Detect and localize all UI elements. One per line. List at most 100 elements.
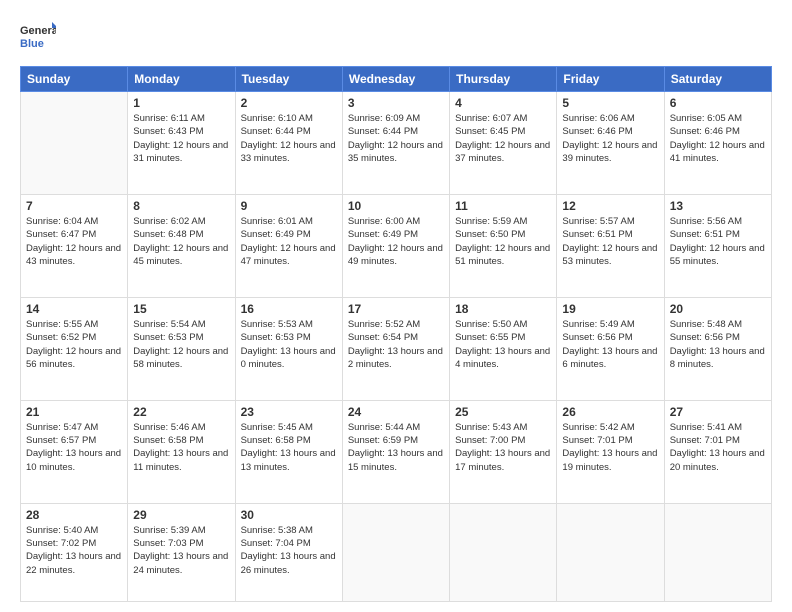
- day-info: Sunrise: 6:11 AM Sunset: 6:43 PM Dayligh…: [133, 112, 229, 165]
- day-number: 14: [26, 302, 122, 316]
- day-number: 23: [241, 405, 337, 419]
- calendar-cell: [664, 503, 771, 601]
- calendar-cell: 9 Sunrise: 6:01 AM Sunset: 6:49 PM Daylig…: [235, 194, 342, 297]
- calendar-table: SundayMondayTuesdayWednesdayThursdayFrid…: [20, 66, 772, 602]
- calendar-cell: 30 Sunrise: 5:38 AM Sunset: 7:04 PM Dayli…: [235, 503, 342, 601]
- day-number: 6: [670, 96, 766, 110]
- calendar-cell: 2 Sunrise: 6:10 AM Sunset: 6:44 PM Daylig…: [235, 92, 342, 195]
- calendar-cell: 11 Sunrise: 5:59 AM Sunset: 6:50 PM Dayli…: [450, 194, 557, 297]
- day-info: Sunrise: 5:54 AM Sunset: 6:53 PM Dayligh…: [133, 318, 229, 371]
- weekday-header-sunday: Sunday: [21, 67, 128, 92]
- day-number: 25: [455, 405, 551, 419]
- calendar-cell: 24Sunrise: 5:44 AM Sunset: 6:59 PM Dayli…: [342, 400, 449, 503]
- calendar-cell: 28 Sunrise: 5:40 AM Sunset: 7:02 PM Dayli…: [21, 503, 128, 601]
- day-info: Sunrise: 5:53 AM Sunset: 6:53 PM Dayligh…: [241, 318, 337, 371]
- calendar-cell: 10 Sunrise: 6:00 AM Sunset: 6:49 PM Dayli…: [342, 194, 449, 297]
- calendar-cell: 16 Sunrise: 5:53 AM Sunset: 6:53 PM Dayli…: [235, 297, 342, 400]
- day-number: 13: [670, 199, 766, 213]
- day-info: Sunrise: 6:02 AM Sunset: 6:48 PM Dayligh…: [133, 215, 229, 268]
- calendar-cell: 20 Sunrise: 5:48 AM Sunset: 6:56 PM Dayli…: [664, 297, 771, 400]
- day-info: Sunrise: 5:49 AM Sunset: 6:56 PM Dayligh…: [562, 318, 658, 371]
- day-number: 1: [133, 96, 229, 110]
- weekday-header-wednesday: Wednesday: [342, 67, 449, 92]
- day-info: Sunrise: 6:06 AM Sunset: 6:46 PM Dayligh…: [562, 112, 658, 165]
- day-info: Sunrise: 5:38 AM Sunset: 7:04 PM Dayligh…: [241, 524, 337, 577]
- day-number: 3: [348, 96, 444, 110]
- calendar-cell: 3 Sunrise: 6:09 AM Sunset: 6:44 PM Daylig…: [342, 92, 449, 195]
- calendar-cell: [450, 503, 557, 601]
- day-number: 30: [241, 508, 337, 522]
- day-info: Sunrise: 5:42 AM Sunset: 7:01 PM Dayligh…: [562, 421, 658, 474]
- calendar-cell: 6 Sunrise: 6:05 AM Sunset: 6:46 PM Daylig…: [664, 92, 771, 195]
- page-header: General Blue: [20, 20, 772, 56]
- day-info: Sunrise: 5:40 AM Sunset: 7:02 PM Dayligh…: [26, 524, 122, 577]
- svg-text:General: General: [20, 25, 56, 37]
- weekday-header-tuesday: Tuesday: [235, 67, 342, 92]
- day-number: 29: [133, 508, 229, 522]
- day-number: 17: [348, 302, 444, 316]
- calendar-cell: [21, 92, 128, 195]
- weekday-header-saturday: Saturday: [664, 67, 771, 92]
- logo: General Blue: [20, 20, 56, 56]
- calendar-cell: 15Sunrise: 5:54 AM Sunset: 6:53 PM Dayli…: [128, 297, 235, 400]
- day-info: Sunrise: 6:07 AM Sunset: 6:45 PM Dayligh…: [455, 112, 551, 165]
- calendar-cell: [557, 503, 664, 601]
- calendar-cell: 25Sunrise: 5:43 AM Sunset: 7:00 PM Dayli…: [450, 400, 557, 503]
- calendar-cell: 14 Sunrise: 5:55 AM Sunset: 6:52 PM Dayli…: [21, 297, 128, 400]
- day-info: Sunrise: 5:55 AM Sunset: 6:52 PM Dayligh…: [26, 318, 122, 371]
- day-number: 26: [562, 405, 658, 419]
- calendar-cell: 12 Sunrise: 5:57 AM Sunset: 6:51 PM Dayli…: [557, 194, 664, 297]
- calendar-cell: 26 Sunrise: 5:42 AM Sunset: 7:01 PM Dayli…: [557, 400, 664, 503]
- day-info: Sunrise: 5:59 AM Sunset: 6:50 PM Dayligh…: [455, 215, 551, 268]
- day-info: Sunrise: 5:57 AM Sunset: 6:51 PM Dayligh…: [562, 215, 658, 268]
- day-info: Sunrise: 6:01 AM Sunset: 6:49 PM Dayligh…: [241, 215, 337, 268]
- day-number: 19: [562, 302, 658, 316]
- day-info: Sunrise: 5:48 AM Sunset: 6:56 PM Dayligh…: [670, 318, 766, 371]
- day-number: 7: [26, 199, 122, 213]
- day-number: 5: [562, 96, 658, 110]
- day-info: Sunrise: 6:00 AM Sunset: 6:49 PM Dayligh…: [348, 215, 444, 268]
- day-number: 12: [562, 199, 658, 213]
- day-number: 9: [241, 199, 337, 213]
- calendar-cell: 18 Sunrise: 5:50 AM Sunset: 6:55 PM Dayli…: [450, 297, 557, 400]
- calendar-cell: 1 Sunrise: 6:11 AM Sunset: 6:43 PM Daylig…: [128, 92, 235, 195]
- calendar-cell: 5 Sunrise: 6:06 AM Sunset: 6:46 PM Daylig…: [557, 92, 664, 195]
- day-info: Sunrise: 6:09 AM Sunset: 6:44 PM Dayligh…: [348, 112, 444, 165]
- day-info: Sunrise: 5:47 AM Sunset: 6:57 PM Dayligh…: [26, 421, 122, 474]
- day-number: 10: [348, 199, 444, 213]
- day-number: 28: [26, 508, 122, 522]
- day-info: Sunrise: 5:44 AM Sunset: 6:59 PM Dayligh…: [348, 421, 444, 474]
- weekday-header-thursday: Thursday: [450, 67, 557, 92]
- day-number: 16: [241, 302, 337, 316]
- day-info: Sunrise: 5:45 AM Sunset: 6:58 PM Dayligh…: [241, 421, 337, 474]
- calendar-cell: [342, 503, 449, 601]
- day-number: 18: [455, 302, 551, 316]
- day-info: Sunrise: 6:05 AM Sunset: 6:46 PM Dayligh…: [670, 112, 766, 165]
- day-number: 2: [241, 96, 337, 110]
- day-info: Sunrise: 5:39 AM Sunset: 7:03 PM Dayligh…: [133, 524, 229, 577]
- calendar-cell: 21 Sunrise: 5:47 AM Sunset: 6:57 PM Dayli…: [21, 400, 128, 503]
- calendar-cell: 19 Sunrise: 5:49 AM Sunset: 6:56 PM Dayli…: [557, 297, 664, 400]
- svg-text:Blue: Blue: [20, 38, 44, 50]
- day-number: 22: [133, 405, 229, 419]
- calendar-cell: 22 Sunrise: 5:46 AM Sunset: 6:58 PM Dayli…: [128, 400, 235, 503]
- day-number: 27: [670, 405, 766, 419]
- day-info: Sunrise: 5:46 AM Sunset: 6:58 PM Dayligh…: [133, 421, 229, 474]
- day-info: Sunrise: 5:50 AM Sunset: 6:55 PM Dayligh…: [455, 318, 551, 371]
- day-info: Sunrise: 5:41 AM Sunset: 7:01 PM Dayligh…: [670, 421, 766, 474]
- day-number: 11: [455, 199, 551, 213]
- calendar-cell: 29 Sunrise: 5:39 AM Sunset: 7:03 PM Dayli…: [128, 503, 235, 601]
- calendar-cell: 17 Sunrise: 5:52 AM Sunset: 6:54 PM Dayli…: [342, 297, 449, 400]
- day-info: Sunrise: 6:10 AM Sunset: 6:44 PM Dayligh…: [241, 112, 337, 165]
- day-number: 8: [133, 199, 229, 213]
- calendar-cell: 4 Sunrise: 6:07 AM Sunset: 6:45 PM Daylig…: [450, 92, 557, 195]
- day-number: 4: [455, 96, 551, 110]
- day-number: 21: [26, 405, 122, 419]
- calendar-cell: 23 Sunrise: 5:45 AM Sunset: 6:58 PM Dayli…: [235, 400, 342, 503]
- day-info: Sunrise: 5:52 AM Sunset: 6:54 PM Dayligh…: [348, 318, 444, 371]
- day-info: Sunrise: 5:56 AM Sunset: 6:51 PM Dayligh…: [670, 215, 766, 268]
- day-number: 20: [670, 302, 766, 316]
- weekday-header-monday: Monday: [128, 67, 235, 92]
- day-info: Sunrise: 6:04 AM Sunset: 6:47 PM Dayligh…: [26, 215, 122, 268]
- calendar-cell: 7 Sunrise: 6:04 AM Sunset: 6:47 PM Daylig…: [21, 194, 128, 297]
